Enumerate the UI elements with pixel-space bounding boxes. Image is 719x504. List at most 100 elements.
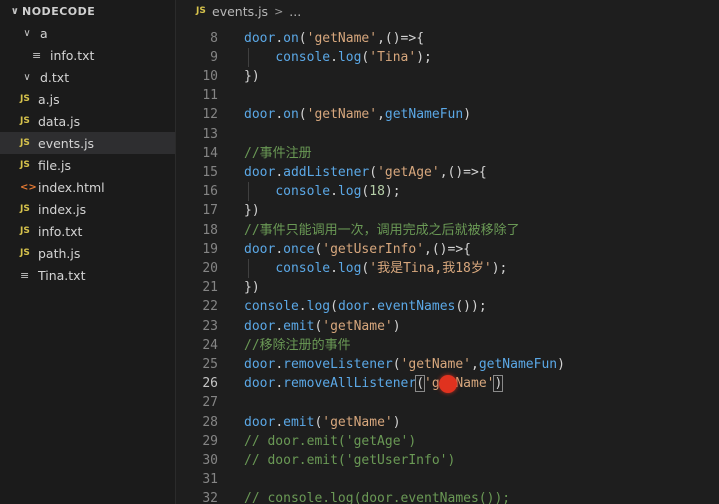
- code-line[interactable]: 19 door.once('getUserInfo',()=>{: [176, 240, 719, 259]
- code-token: log: [337, 49, 362, 65]
- code-token: door: [244, 30, 276, 46]
- tree-item[interactable]: JS a.js: [0, 88, 175, 110]
- tree-item[interactable]: JS data.js: [0, 110, 175, 132]
- code-token: log: [337, 184, 362, 200]
- string-token: 'getName': [322, 318, 393, 334]
- code-line[interactable]: 18 //事件只能调用一次，调用完成之后就被移除了: [176, 221, 719, 240]
- code-token: door: [244, 165, 276, 180]
- txt-file-icon: ≡: [20, 268, 30, 282]
- code-token: .: [330, 261, 338, 276]
- line-number: 18: [202, 222, 218, 238]
- indent-guide: [248, 182, 249, 202]
- txt-file-icon: ≡: [32, 48, 42, 62]
- code-text: door.emit('getName'): [244, 317, 401, 336]
- code-line[interactable]: 13: [176, 125, 719, 144]
- code-token: );: [416, 49, 432, 65]
- code-text: door.on('getName',getNameFun): [244, 105, 471, 124]
- code-line[interactable]: 27: [176, 393, 719, 412]
- code-line[interactable]: 28 door.emit('getName'): [176, 413, 719, 432]
- tree-item[interactable]: JS file.js: [0, 154, 175, 176]
- code-line[interactable]: 23 door.emit('getName'): [176, 317, 719, 336]
- string-token: 'getName': [322, 414, 393, 430]
- code-token: .: [330, 184, 338, 200]
- line-number: 14: [202, 145, 218, 161]
- code-line[interactable]: 10}): [176, 67, 719, 86]
- line-number: 15: [202, 165, 218, 180]
- code-token: 18: [369, 184, 385, 200]
- line-number: 22: [202, 299, 218, 315]
- code-line[interactable]: 14 //事件注册: [176, 144, 719, 163]
- code-line[interactable]: 20 console.log('我是Tina,我18岁');: [176, 259, 719, 278]
- code-token: removeAllListener: [283, 376, 417, 392]
- code-token: door: [244, 357, 276, 372]
- code-token: ());: [455, 299, 487, 315]
- js-file-icon: JS: [20, 138, 30, 148]
- code-token: console: [275, 261, 331, 276]
- string-token: 'getName': [306, 107, 378, 123]
- code-token: .: [275, 414, 284, 430]
- html-file-icon: <>: [20, 181, 37, 193]
- code-text: door.once('getUserInfo',()=>{: [244, 240, 471, 259]
- code-line[interactable]: 24 //移除注册的事件: [176, 336, 719, 355]
- line-number: 23: [202, 318, 218, 334]
- breadcrumb-symbols[interactable]: ...: [289, 4, 301, 19]
- line-number: 19: [202, 241, 218, 257]
- chevron-down-icon: ∨: [23, 27, 31, 39]
- string-token: 'getName': [424, 376, 495, 392]
- code-token: ): [463, 107, 472, 123]
- js-file-icon: JS: [20, 116, 30, 126]
- code-token: ): [392, 318, 401, 334]
- string-token: '我是Tina,我18岁': [369, 261, 492, 276]
- line-number: 28: [202, 414, 218, 430]
- string-token: 'Tina': [369, 49, 417, 65]
- code-token: (: [392, 357, 401, 372]
- code-editor[interactable]: 8 door.on('getName',()=>{9 console.log('T…: [176, 0, 719, 504]
- code-line[interactable]: 22 console.log(door.eventNames());: [176, 297, 719, 316]
- code-token: );: [491, 261, 508, 276]
- tree-item[interactable]: ∨ a: [0, 22, 175, 44]
- code-token: (: [330, 299, 338, 315]
- code-token: ): [392, 414, 401, 430]
- tree-item[interactable]: JS events.js: [0, 132, 175, 154]
- code-line[interactable]: 17}): [176, 201, 719, 220]
- code-line[interactable]: 31: [176, 470, 719, 489]
- code-line[interactable]: 8 door.on('getName',()=>{: [176, 29, 719, 48]
- breadcrumb-file[interactable]: events.js: [212, 4, 268, 19]
- line-number: 26: [202, 376, 218, 392]
- js-file-icon: JS: [20, 160, 30, 170]
- code-token: ,()=>{: [377, 30, 425, 46]
- line-number: 12: [202, 107, 218, 123]
- code-line[interactable]: 12 door.on('getName',getNameFun): [176, 105, 719, 124]
- tree-item-label: info.txt: [50, 47, 95, 63]
- tree-item[interactable]: ≡ Tina.txt: [0, 264, 175, 286]
- tree-item[interactable]: JS path.js: [0, 242, 175, 264]
- code-token: );: [384, 184, 401, 200]
- editor-pane: 8 door.on('getName',()=>{9 console.log('T…: [176, 0, 719, 504]
- code-line[interactable]: 15 door.addListener('getAge',()=>{: [176, 163, 719, 182]
- code-token: .: [275, 318, 284, 334]
- code-token: .: [298, 299, 307, 315]
- code-line[interactable]: 32 // console.log(door.eventNames());: [176, 489, 719, 504]
- line-number: 11: [202, 88, 218, 104]
- code-token: (: [415, 375, 426, 393]
- code-line[interactable]: 21}): [176, 278, 719, 297]
- code-line[interactable]: 30 // door.emit('getUserInfo'): [176, 451, 719, 470]
- code-text: //移除注册的事件: [244, 336, 351, 355]
- tree-item[interactable]: ≡ info.txt: [0, 44, 175, 66]
- code-token: .: [275, 376, 284, 392]
- indent-guide: [248, 259, 249, 279]
- tree-item[interactable]: <> index.html: [0, 176, 175, 198]
- tree-item[interactable]: JS index.js: [0, 198, 175, 220]
- line-number: 9: [210, 49, 218, 65]
- code-line[interactable]: 11: [176, 86, 719, 105]
- explorer-root-folder[interactable]: ∨ NODECODE: [0, 0, 175, 22]
- tree-item[interactable]: ∨ d.txt: [0, 66, 175, 88]
- code-token: door: [337, 299, 370, 315]
- code-line[interactable]: 16 console.log(18);: [176, 182, 719, 201]
- line-number: 21: [202, 280, 218, 296]
- tree-item[interactable]: JS info.txt: [0, 220, 175, 242]
- code-line[interactable]: 25 door.removeListener('getName',getNameF…: [176, 355, 719, 374]
- code-line[interactable]: 29 // door.emit('getAge'): [176, 432, 719, 451]
- code-line[interactable]: 9 console.log('Tina');: [176, 48, 719, 67]
- line-number: 17: [202, 203, 218, 219]
